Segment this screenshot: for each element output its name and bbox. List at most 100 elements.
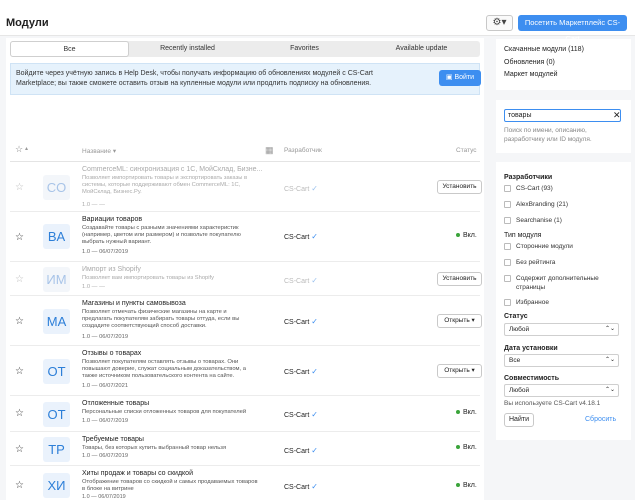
favorite-star-icon[interactable]: ☆ (15, 232, 24, 243)
addon-title[interactable]: Вариации товаров (82, 216, 142, 223)
status-label: Вкл. (463, 232, 477, 239)
install-button[interactable]: Установить (437, 272, 482, 286)
status-filter-title: Статус (504, 313, 528, 320)
favorite-star-icon[interactable]: ☆ (15, 480, 24, 491)
column-name[interactable]: Название ▾ (82, 147, 116, 155)
addon-developer: CS-Cart ✓ (284, 184, 318, 193)
checkbox-label: Без рейтинга (516, 259, 556, 266)
checkbox-extra-pages[interactable] (504, 275, 511, 282)
verified-check-icon: ✓ (311, 184, 318, 193)
addon-title[interactable]: CommerceML: синхронизация с 1С, МойСклад… (82, 166, 262, 173)
status-dot-icon (456, 483, 460, 488)
tab-recently-installed[interactable]: Recently installed (129, 41, 246, 57)
search-hint: Поиск по имени, описанию, разработчику и… (504, 127, 592, 143)
checkbox-developer-cscart[interactable] (504, 185, 511, 192)
favorite-star-icon[interactable]: ☆ (15, 316, 24, 327)
addon-description: Создавайте товары с разными значениями х… (82, 225, 241, 246)
addon-icon: OT (43, 402, 70, 427)
addon-developer: CS-Cart ✓ (284, 482, 318, 491)
addon-title[interactable]: Требуемые товары (82, 436, 144, 443)
reset-link[interactable]: Сбросить (585, 416, 616, 423)
addon-title[interactable]: Отложенные товары (82, 400, 149, 407)
status-enabled[interactable]: Вкл. (456, 232, 477, 239)
verified-check-icon: ✓ (311, 367, 318, 376)
chevron-down-icon: ⌃⌄ (604, 326, 615, 332)
addon-icon: TP (43, 437, 70, 462)
sidebar-item-downloaded[interactable]: Скачанные модули (118) (504, 46, 584, 53)
checkbox-label: Сторонние модули (516, 243, 573, 250)
addon-developer: CS-Cart ✓ (284, 317, 318, 326)
column-status: Статус (456, 147, 477, 154)
favorite-star-icon[interactable]: ☆ (15, 366, 24, 377)
table-row: ☆ OT Отзывы о товарах Позволяет покупате… (10, 346, 482, 396)
addon-icon: CO (43, 175, 70, 200)
addon-type-title: Тип модуля (504, 232, 542, 239)
addon-version: 1.0 — 06/07/2019 (82, 453, 129, 459)
tab-all[interactable]: Все (10, 41, 129, 57)
addon-version: 1.0 — 06/07/2019 (82, 418, 129, 424)
table-row: ☆ ХИ Хиты продаж и товары со скидкой Ото… (10, 466, 480, 500)
install-button[interactable]: Установить (437, 180, 482, 194)
compatibility-title: Совместимость (504, 375, 560, 382)
checkbox-developer-alexbranding[interactable] (504, 201, 511, 208)
install-date-select[interactable]: Все ⌃⌄ (504, 354, 619, 367)
sidebar-filters: Разработчики CS-Cart (93) AlexBranding (… (496, 162, 631, 440)
status-dot-icon (456, 445, 460, 450)
addon-icon: ХИ (43, 473, 70, 498)
addon-description: Позволяет вам импортировать товары из Sh… (82, 275, 215, 281)
verified-check-icon: ✓ (311, 446, 318, 455)
open-dropdown-button[interactable]: Открыть ▾ (437, 314, 482, 328)
table-row: ☆ BA Вариации товаров Создавайте товары … (10, 212, 480, 262)
addon-developer: CS-Cart ✓ (284, 367, 318, 376)
install-date-title: Дата установки (504, 345, 558, 352)
addon-title[interactable]: Хиты продаж и товары со скидкой (82, 470, 193, 477)
tab-favorites[interactable]: Favorites (246, 41, 363, 57)
developer-name: CS-Cart (284, 234, 310, 241)
favorite-star-icon[interactable]: ☆ (15, 444, 24, 455)
status-enabled[interactable]: Вкл. (456, 444, 477, 451)
favorite-star-icon[interactable]: ☆ (15, 274, 24, 285)
addon-icon: BA (43, 224, 70, 249)
table-row: ☆ TP Требуемые товары Товары, без которы… (10, 432, 480, 466)
tab-available-update[interactable]: Available update (363, 41, 480, 57)
addon-developer: CS-Cart ✓ (284, 410, 318, 419)
addon-title[interactable]: Магазины и пункты самовывоза (82, 300, 186, 307)
visit-marketplace-button[interactable]: Посетить Маркетплейс CS-Cart (518, 15, 627, 43)
developer-name: CS-Cart (284, 278, 310, 285)
compatibility-select[interactable]: Любой ⌃⌄ (504, 384, 619, 397)
verified-check-icon: ✓ (311, 232, 318, 241)
addon-description: Товары, без которых купить выбранный тов… (82, 445, 227, 451)
favorite-star-icon[interactable]: ☆ (15, 408, 24, 419)
checkbox-third-party[interactable] (504, 243, 511, 250)
table-row: ☆ ИМ Импорт из Shopify Позволяет вам имп… (10, 262, 482, 296)
open-dropdown-button[interactable]: Открыть ▾ (437, 364, 482, 378)
settings-gear-button[interactable]: ⚙▾ (486, 15, 513, 31)
find-button[interactable]: Найти (504, 413, 534, 427)
search-input[interactable]: товары ✕ (504, 109, 621, 122)
login-button[interactable]: ▣ Войти (439, 70, 481, 86)
sidebar-item-marketplace[interactable]: Маркет модулей (504, 71, 558, 78)
column-developer: Разработчик (284, 147, 322, 154)
checkbox-developer-searchanise[interactable] (504, 217, 511, 224)
sidebar-search: товары ✕ Поиск по имени, описанию, разра… (496, 100, 631, 153)
addon-title[interactable]: Отзывы о товарах (82, 350, 141, 357)
favorite-star-icon[interactable]: ☆ (15, 144, 23, 155)
status-select[interactable]: Любой ⌃⌄ (504, 323, 619, 336)
status-enabled[interactable]: Вкл. (456, 482, 477, 489)
calendar-icon[interactable]: ▦ (265, 145, 274, 156)
addon-title[interactable]: Импорт из Shopify (82, 266, 141, 273)
table-header: ☆ ▴ Название ▾ ▦ Разработчик Статус (10, 140, 480, 162)
status-label: Вкл. (463, 482, 477, 489)
verified-check-icon: ✓ (311, 410, 318, 419)
addon-tabs: Все Recently installed Favorites Availab… (10, 41, 480, 57)
clear-search-icon[interactable]: ✕ (613, 110, 621, 121)
page-header: Модули ⚙▾ Посетить Маркетплейс CS-Cart (0, 8, 635, 43)
developer-name: CS-Cart (284, 369, 310, 376)
favorite-star-icon[interactable]: ☆ (15, 182, 24, 193)
sidebar-item-updates[interactable]: Обновления (0) (504, 59, 555, 66)
sort-arrow-icon[interactable]: ▴ (25, 145, 28, 152)
addon-developer: CS-Cart ✓ (284, 446, 318, 455)
status-enabled[interactable]: Вкл. (456, 409, 477, 416)
checkbox-no-rating[interactable] (504, 259, 511, 266)
checkbox-favorites[interactable] (504, 299, 511, 306)
